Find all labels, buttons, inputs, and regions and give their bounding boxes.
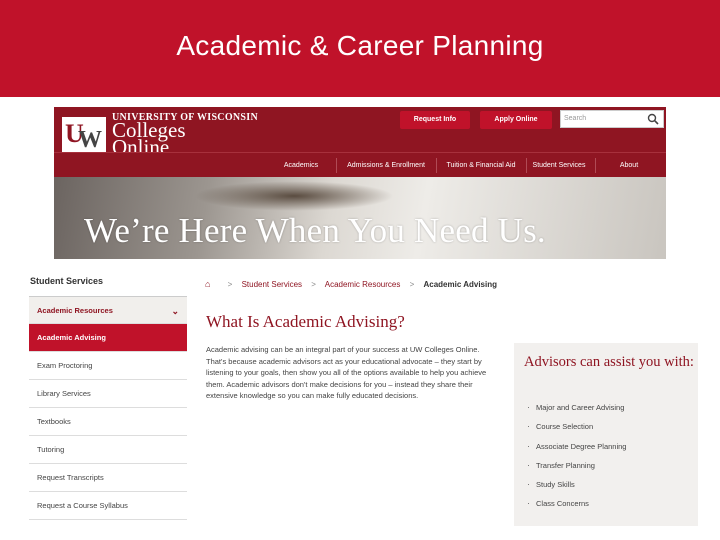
breadcrumb-student-services[interactable]: Student Services	[242, 280, 302, 289]
search-placeholder: Search	[564, 115, 587, 122]
sidebar-item-academic-advising[interactable]: Academic Advising	[29, 324, 187, 352]
breadcrumb: ⌂ > Student Services > Academic Resource…	[205, 279, 497, 289]
sidebar-item-library-services[interactable]: Library Services	[29, 380, 187, 408]
nav-admissions[interactable]: Admissions & Enrollment	[338, 153, 434, 178]
list-item: Major and Career Advising	[524, 402, 626, 422]
advisors-assist-box: Advisors can assist you with: Major and …	[514, 343, 698, 526]
breadcrumb-separator: >	[409, 280, 415, 289]
search-icon[interactable]	[647, 113, 659, 125]
chevron-down-icon[interactable]: ⌄	[171, 297, 179, 325]
sidebar-section-academic-resources[interactable]: Academic Resources ⌄	[29, 296, 187, 324]
hero-banner: We’re Here When You Need Us.	[54, 177, 666, 259]
breadcrumb-current: Academic Advising	[423, 280, 497, 289]
assist-title: Advisors can assist you with:	[524, 354, 694, 370]
home-icon[interactable]: ⌂	[205, 279, 210, 289]
list-item: Class Concerns	[524, 498, 626, 518]
sidebar-item-request-transcripts[interactable]: Request Transcripts	[29, 464, 187, 492]
nav-divider	[526, 158, 527, 173]
sidebar-item-exam-proctoring[interactable]: Exam Proctoring	[29, 352, 187, 380]
site-nav: Academics Admissions & Enrollment Tuitio…	[54, 152, 666, 177]
sidebar-item-request-syllabus[interactable]: Request a Course Syllabus	[29, 492, 187, 520]
list-item: Course Selection	[524, 421, 626, 441]
sidebar-item-textbooks[interactable]: Textbooks	[29, 408, 187, 436]
apply-online-button[interactable]: Apply Online	[480, 111, 552, 129]
nav-about[interactable]: About	[610, 153, 648, 178]
slide-title: Academic & Career Planning	[176, 30, 544, 61]
list-item: Associate Degree Planning	[524, 441, 626, 461]
hero-headline: We’re Here When You Need Us.	[84, 211, 546, 250]
content-paragraph: Academic advising can be an integral par…	[206, 345, 487, 400]
site-topbar: U W UNIVERSITY OF WISCONSIN Colleges Onl…	[54, 107, 666, 158]
hero-photo-shading	[194, 181, 394, 211]
list-item: Transfer Planning	[524, 460, 626, 480]
nav-tuition[interactable]: Tuition & Financial Aid	[438, 153, 524, 178]
request-info-button[interactable]: Request Info	[400, 111, 470, 129]
website-header-screenshot: U W UNIVERSITY OF WISCONSIN Colleges Onl…	[54, 107, 666, 259]
nav-divider	[336, 158, 337, 173]
nav-divider	[595, 158, 596, 173]
breadcrumb-separator: >	[227, 280, 233, 289]
nav-divider	[436, 158, 437, 173]
search-input[interactable]: Search	[560, 110, 664, 128]
list-item: Study Skills	[524, 479, 626, 499]
sidebar-title: Student Services	[30, 276, 104, 286]
breadcrumb-academic-resources[interactable]: Academic Resources	[325, 280, 401, 289]
nav-student-services[interactable]: Student Services	[528, 153, 590, 178]
breadcrumb-separator: >	[311, 280, 316, 289]
sidebar-section-label: Academic Resources	[37, 306, 113, 315]
assist-list: Major and Career Advising Course Selecti…	[524, 402, 626, 519]
page-title: What Is Academic Advising?	[206, 312, 405, 331]
nav-academics[interactable]: Academics	[274, 153, 328, 178]
sidebar-menu: Academic Resources ⌄ Academic Advising E…	[29, 296, 187, 520]
sidebar-item-tutoring[interactable]: Tutoring	[29, 436, 187, 464]
uw-logo-icon[interactable]: U W	[60, 115, 108, 155]
